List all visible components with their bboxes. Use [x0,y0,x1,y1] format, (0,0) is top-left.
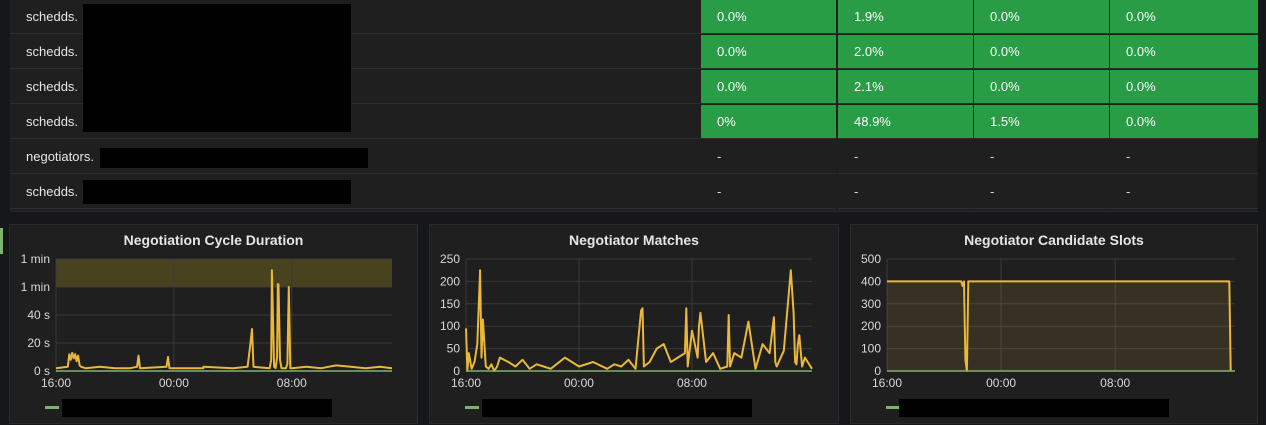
table-cell: 0.0% [974,0,1109,34]
x-tick-label: 08:00 [1100,376,1130,390]
legend-series-marker[interactable] [45,406,59,409]
negotiator-candidate-slots-chart: 010020030040050016:00 00:00 08:00 [861,252,1235,390]
table-cell: 0.0% [1110,70,1258,104]
y-tick-label: 1 min [21,280,50,294]
panel-negotiator-candidate-slots: Negotiator Candidate Slots 0 100 200 300 400… [850,224,1258,424]
table-cell: - [974,175,1109,209]
x-tick-label: 08:00 [677,376,707,390]
y-tick-label: 500 [861,252,881,266]
y-tick-label: 50 [447,342,461,356]
table-cell: - [838,175,973,209]
table-cell: 2.1% [838,70,973,104]
table-cell: 0.0% [974,70,1109,104]
y-tick-label: 400 [861,274,881,288]
y-tick-label: 100 [440,319,460,333]
x-tick-label: 08:00 [277,376,307,390]
table-cell: - [1110,175,1258,209]
table-cell: 48.9% [838,105,973,139]
table-cell: 0.0% [1110,105,1258,139]
legend-series-marker[interactable] [465,406,479,409]
table-cell: - [1110,140,1258,174]
x-tick-label: 00:00 [159,376,189,390]
table-cell: 0.0% [1110,0,1258,34]
table-cell: 1.9% [838,0,973,34]
y-tick-label: 20 s [27,336,50,350]
table-cell: 0.0% [701,0,836,34]
series-area [887,281,1231,371]
redacted-hostname [83,180,351,204]
series-line [465,269,813,372]
table-cell: 0.0% [1110,35,1258,69]
table-cell: 2.0% [838,35,973,69]
legend-series-marker[interactable] [886,406,900,409]
y-tick-label: 200 [861,319,881,333]
status-table: schedds. 0.0% 1.9% 0.0% 0.0% schedds. 0.0% 2.0%… [10,0,1258,212]
table-cell: 0.0% [974,35,1109,69]
x-tick-label: 00:00 [564,376,594,390]
x-tick-label: 16:00 [451,376,481,390]
x-tick-label: 16:00 [872,376,902,390]
y-tick-label: 300 [861,297,881,311]
y-tick-label: 100 [861,342,881,356]
negotiator-matches-chart: 05010015020025016:00 00:00 08:00 [440,252,813,390]
y-tick-label: 200 [440,274,460,288]
redacted-legend-label [482,399,752,417]
table-cell: - [701,175,836,209]
table-cell: 0.0% [701,35,836,69]
panel-marker [0,228,3,254]
redacted-hostname [83,4,351,132]
x-tick-label: 16:00 [41,376,71,390]
table-cell: 0% [701,105,836,139]
negotiation-cycle-duration-chart: 0 s20 s40 s1 min1 min16:00 00:00 08:00 [21,252,393,390]
panel-negotiator-matches: Negotiator Matches 0 50 100 150 200 250 16:00 0… [429,224,839,424]
table-cell: - [974,140,1109,174]
x-tick-label: 00:00 [986,376,1016,390]
table-cell: 0.0% [701,70,836,104]
table-cell: - [701,140,836,174]
table-cell: - [838,140,973,174]
y-tick-label: 1 min [21,252,50,266]
y-tick-label: 150 [440,297,460,311]
panel-negotiation-cycle-duration: Negotiation Cycle Duration 0 s 20 s 40 s1 … [9,224,418,424]
table-cell: 1.5% [974,105,1109,139]
redacted-legend-label [62,399,332,417]
threshold-band [56,259,392,287]
y-tick-label: 40 s [27,308,50,322]
y-tick-label: 250 [440,252,460,266]
redacted-legend-label [899,399,1169,417]
redacted-hostname [100,148,368,168]
